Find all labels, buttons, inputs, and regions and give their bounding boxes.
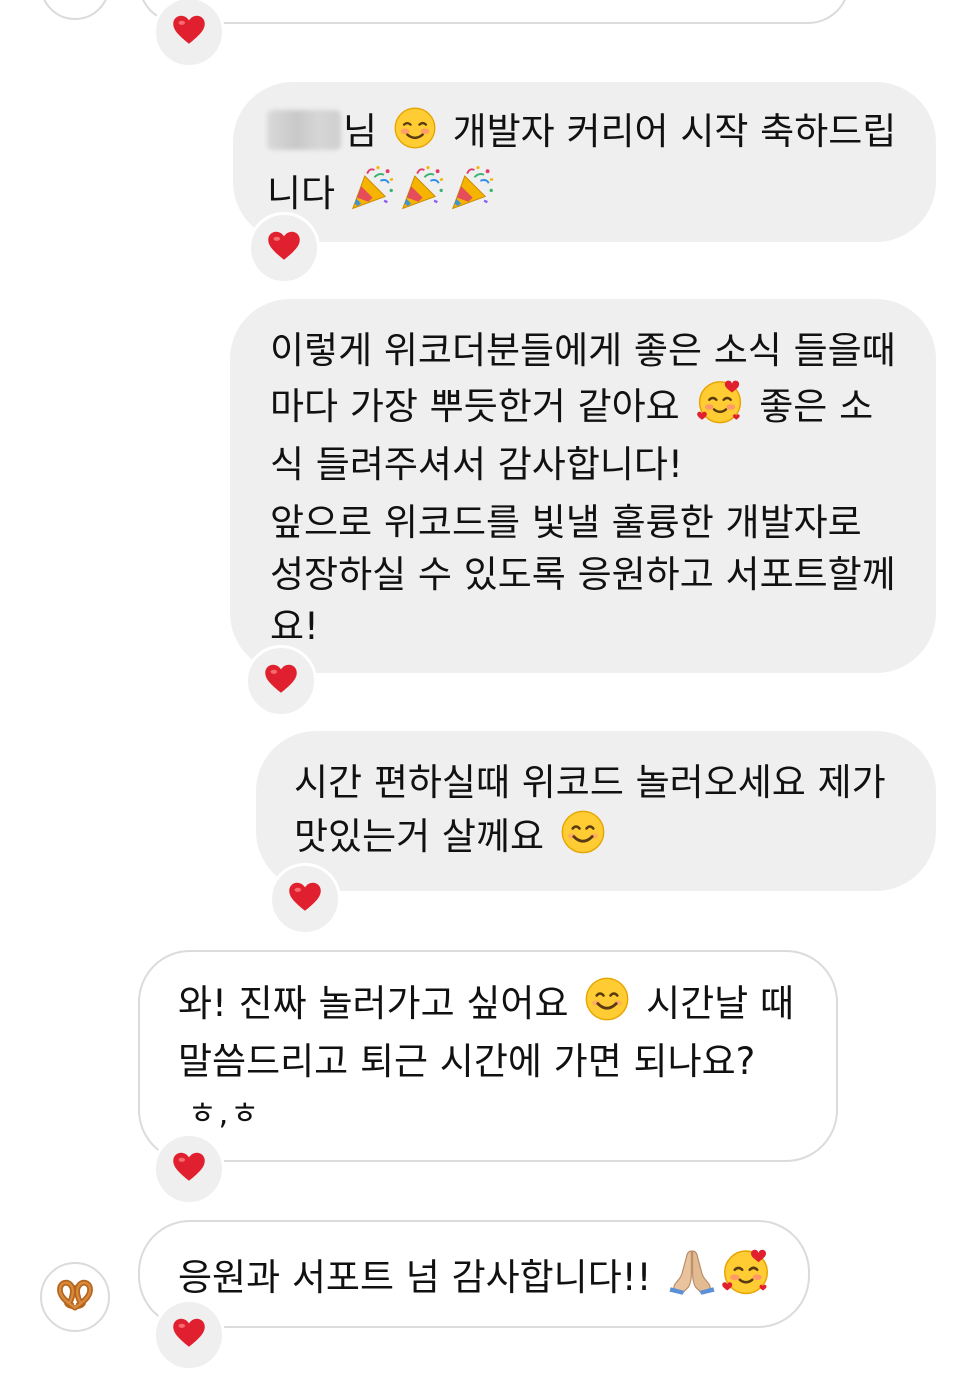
message-line: 맛있는거 살께요 [294, 809, 916, 869]
message-bubble-5[interactable]: 응원과 서포트 넘 감사합니다!! [138, 1220, 810, 1328]
message-paragraph: 이렇게 위코더분들에게 좋은 소식 들을때 마다 가장 뿌듯한거 같아요 좋은 … [270, 325, 916, 491]
smiling-face-icon [393, 106, 437, 164]
message-bubble-3[interactable]: 시간 편하실때 위코드 놀러오세요 제가 맛있는거 살께요 [256, 731, 936, 891]
message-bubble-1[interactable]: 님 개발자 커리어 시작 축하드립 니다 [233, 82, 936, 242]
message-line: 응원과 서포트 넘 감사합니다!! [178, 1246, 788, 1310]
red-heart-icon [171, 12, 207, 52]
smiling-face-icon [584, 976, 630, 1036]
message-paragraph: 앞으로 위코드를 빛낼 훌륭한 개발자로 성장하실 수 있도록 응원하고 서포트… [270, 501, 896, 648]
red-heart-icon [171, 1315, 207, 1355]
pretzel-icon [52, 1272, 98, 1322]
red-heart-icon [171, 1149, 207, 1189]
message-bubble-previous[interactable] [138, 0, 850, 24]
message-bubble-2[interactable]: 이렇게 위코더분들에게 좋은 소식 들을때 마다 가장 뿌듯한거 같아요 좋은 … [230, 299, 936, 673]
reaction-2[interactable] [245, 645, 317, 717]
reaction-3[interactable] [269, 863, 341, 935]
pretzel-icon [52, 0, 98, 10]
red-heart-icon [287, 879, 323, 919]
party-popper-icon [348, 164, 396, 226]
party-popper-icon [398, 164, 446, 226]
party-popper-icon [448, 164, 496, 226]
reaction-4[interactable] [153, 1133, 225, 1205]
message-line: 님 개발자 커리어 시작 축하드립 [267, 106, 916, 164]
red-heart-icon [263, 661, 299, 701]
smiling-face-with-hearts-icon [696, 377, 744, 439]
smiling-face-icon [560, 809, 606, 869]
blurred-name [267, 110, 341, 150]
reaction-1[interactable] [248, 212, 320, 284]
message-line: 와! 진짜 놀러가고 싶어요 시간날 때 [178, 976, 816, 1036]
folded-hands-icon [667, 1246, 717, 1310]
conversation: 님 개발자 커리어 시작 축하드립 니다 이렇게 위코더분들에게 좋은 소식 들… [0, 0, 966, 1379]
message-line: 마다 가장 뿌듯한거 같아요 좋은 소 [270, 377, 916, 439]
reaction-5[interactable] [153, 1299, 225, 1371]
message-line: 니다 [267, 164, 916, 226]
reaction-previous[interactable] [153, 0, 225, 68]
sender-avatar[interactable] [40, 1262, 110, 1332]
smiling-face-with-hearts-icon [721, 1246, 771, 1310]
message-bubble-4[interactable]: 와! 진짜 놀러가고 싶어요 시간날 때 말씀드리고 퇴근 시간에 가면 되나요… [138, 950, 838, 1162]
red-heart-icon [266, 228, 302, 268]
sender-avatar[interactable] [40, 0, 110, 20]
